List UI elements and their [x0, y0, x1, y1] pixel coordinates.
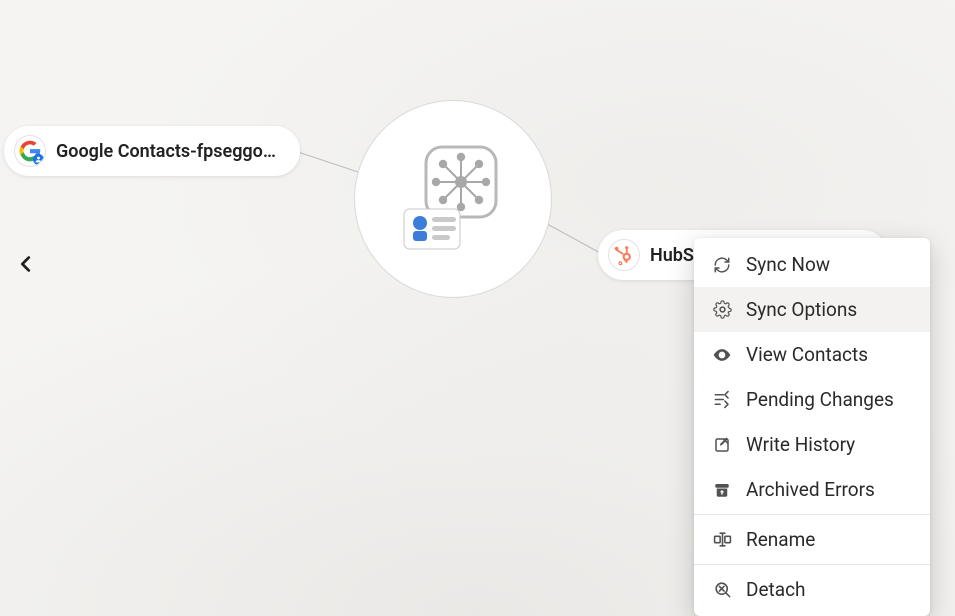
- detach-icon: [712, 580, 732, 600]
- menu-item-rename[interactable]: Rename: [694, 517, 930, 562]
- menu-item-label: View Contacts: [746, 343, 868, 366]
- menu-item-label: Sync Options: [746, 298, 857, 321]
- write-history-icon: [712, 435, 732, 455]
- menu-item-sync-options[interactable]: Sync Options: [694, 287, 930, 332]
- menu-item-label: Sync Now: [746, 253, 830, 276]
- menu-item-label: Rename: [746, 528, 815, 551]
- diagram-canvas[interactable]: Google Contacts-fpseggo…: [0, 0, 955, 616]
- gear-icon: [712, 300, 732, 320]
- menu-item-sync-now[interactable]: Sync Now: [694, 242, 930, 287]
- menu-item-label: Archived Errors: [746, 478, 875, 501]
- pending-icon: [712, 390, 732, 410]
- chevron-left-icon: [15, 253, 37, 275]
- menu-item-pending-changes[interactable]: Pending Changes: [694, 377, 930, 422]
- hub-contacts-icon: [398, 139, 508, 259]
- node-google-contacts[interactable]: Google Contacts-fpseggo…: [4, 126, 300, 176]
- node-context-menu: Sync Now Sync Options View Contacts Pending…: [694, 238, 930, 616]
- node-label: Google Contacts-fpseggo…: [56, 141, 276, 162]
- menu-item-view-contacts[interactable]: View Contacts: [694, 332, 930, 377]
- sync-icon: [712, 255, 732, 275]
- menu-separator: [694, 514, 930, 515]
- menu-item-label: Detach: [746, 578, 806, 601]
- menu-item-label: Pending Changes: [746, 388, 894, 411]
- menu-item-write-history[interactable]: Write History: [694, 422, 930, 467]
- google-contacts-icon: [14, 135, 46, 167]
- back-button[interactable]: [12, 248, 40, 280]
- rename-icon: [712, 530, 732, 550]
- menu-item-detach[interactable]: Detach: [694, 567, 930, 612]
- menu-item-label: Write History: [746, 433, 855, 456]
- menu-item-archived-errors[interactable]: Archived Errors: [694, 467, 930, 512]
- node-label: HubS: [650, 245, 694, 266]
- hubspot-icon: [608, 239, 640, 271]
- archive-icon: [712, 480, 732, 500]
- hub-node[interactable]: [354, 100, 552, 298]
- menu-separator: [694, 564, 930, 565]
- eye-icon: [712, 345, 732, 365]
